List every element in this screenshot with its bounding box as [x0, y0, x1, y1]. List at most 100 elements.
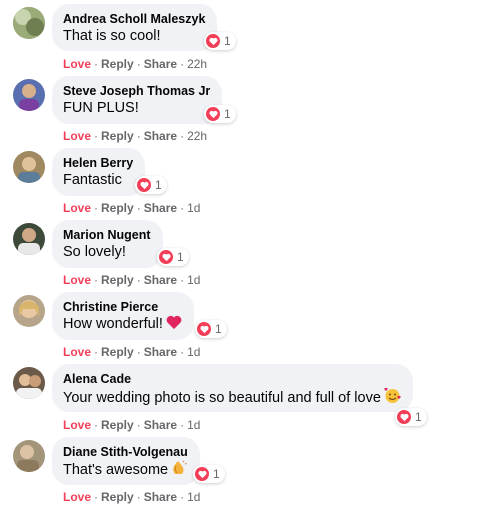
comment-actions: Love · Reply · Share · 1d [63, 418, 200, 433]
separator: · [136, 490, 141, 504]
reaction-number: 1 [224, 107, 231, 121]
comment-actions: Love · Reply · Share · 22h [63, 129, 207, 144]
share-button[interactable]: Share [144, 201, 177, 215]
reaction-count[interactable]: 1 [135, 176, 167, 194]
avatar[interactable] [13, 151, 45, 183]
comment-bubble: Marion Nugent So lovely! [52, 220, 163, 268]
separator: · [94, 490, 99, 504]
avatar[interactable] [13, 367, 45, 399]
reaction-number: 1 [224, 34, 231, 48]
reaction-number: 1 [213, 467, 220, 481]
comment-bubble: Diane Stith-Volgenau That's awesome [52, 437, 200, 485]
heart-icon [195, 467, 209, 481]
love-button[interactable]: Love [63, 129, 91, 143]
comment-bubble: Andrea Scholl Maleszyk That is so cool! [52, 4, 218, 51]
reply-button[interactable]: Reply [101, 57, 134, 71]
heart-icon [197, 322, 211, 336]
comment-author[interactable]: Marion Nugent [63, 227, 151, 243]
separator: · [136, 273, 141, 287]
comment-text: So lovely! [63, 244, 126, 260]
reply-button[interactable]: Reply [101, 273, 134, 287]
separator: · [136, 57, 141, 71]
separator: · [180, 57, 185, 71]
avatar[interactable] [13, 223, 45, 255]
separator: · [136, 129, 141, 143]
comment-text-content: That's awesome [63, 462, 169, 478]
comment-timestamp[interactable]: 1d [187, 273, 200, 287]
comment-actions: Love · Reply · Share · 1d [63, 490, 200, 505]
comment-text-content: Your wedding photo is so beautiful and f… [63, 390, 381, 406]
reaction-count[interactable]: 1 [204, 32, 236, 50]
reaction-count[interactable]: 1 [195, 320, 227, 338]
comment-actions: Love · Reply · Share · 1d [63, 273, 200, 288]
share-button[interactable]: Share [144, 57, 177, 71]
reply-button[interactable]: Reply [101, 345, 134, 359]
separator: · [180, 490, 185, 504]
comment-text: That's awesome [63, 460, 188, 482]
separator: · [94, 273, 99, 287]
comment-timestamp[interactable]: 1d [187, 490, 200, 504]
heart-icon [159, 250, 173, 264]
separator: · [180, 418, 185, 432]
smiling-face-with-hearts-emoji [384, 387, 401, 410]
comment-author[interactable]: Steve Joseph Thomas Jr [63, 83, 210, 99]
comment-text: FUN PLUS! [63, 100, 139, 116]
love-button[interactable]: Love [63, 273, 91, 287]
love-button[interactable]: Love [63, 201, 91, 215]
comment-text-content: How wonderful! [63, 316, 163, 332]
share-button[interactable]: Share [144, 418, 177, 432]
share-button[interactable]: Share [144, 129, 177, 143]
reaction-count[interactable]: 1 [204, 105, 236, 123]
comment-timestamp[interactable]: 22h [187, 129, 207, 143]
comment-actions: Love · Reply · Share · 1d [63, 345, 200, 360]
reaction-count[interactable]: 1 [157, 248, 189, 266]
comment-actions: Love · Reply · Share · 1d [63, 201, 200, 216]
reaction-number: 1 [177, 250, 184, 264]
comment-author[interactable]: Diane Stith-Volgenau [63, 444, 188, 460]
comment-timestamp[interactable]: 1d [187, 418, 200, 432]
love-button[interactable]: Love [63, 418, 91, 432]
separator: · [180, 129, 185, 143]
reaction-number: 1 [415, 410, 422, 424]
heart-icon [137, 178, 151, 192]
comment-author[interactable]: Andrea Scholl Maleszyk [63, 11, 205, 27]
reply-button[interactable]: Reply [101, 490, 134, 504]
separator: · [94, 345, 99, 359]
separator: · [94, 201, 99, 215]
separator: · [136, 201, 141, 215]
comment-timestamp[interactable]: 1d [187, 201, 200, 215]
heart-icon [206, 107, 220, 121]
love-button[interactable]: Love [63, 345, 91, 359]
reply-button[interactable]: Reply [101, 201, 134, 215]
share-button[interactable]: Share [144, 490, 177, 504]
heart-icon [397, 410, 411, 424]
avatar[interactable] [13, 440, 45, 472]
red-heart-emoji [166, 315, 182, 336]
avatar[interactable] [13, 79, 45, 111]
avatar[interactable] [13, 295, 45, 327]
separator: · [94, 57, 99, 71]
love-button[interactable]: Love [63, 57, 91, 71]
comment-text: That is so cool! [63, 28, 161, 44]
heart-icon [206, 34, 220, 48]
reaction-count[interactable]: 1 [193, 465, 225, 483]
comment-text: Fantastic [63, 172, 122, 188]
share-button[interactable]: Share [144, 273, 177, 287]
comment-author[interactable]: Christine Pierce [63, 299, 182, 315]
comment-timestamp[interactable]: 1d [187, 345, 200, 359]
reply-button[interactable]: Reply [101, 129, 134, 143]
avatar[interactable] [13, 7, 45, 39]
comment-bubble: Steve Joseph Thomas Jr FUN PLUS! [52, 76, 223, 124]
comment-author[interactable]: Helen Berry [63, 155, 133, 171]
comment-text: Your wedding photo is so beautiful and f… [63, 387, 401, 410]
comment-bubble: Helen Berry Fantastic [52, 148, 146, 196]
love-button[interactable]: Love [63, 490, 91, 504]
comment-author[interactable]: Alena Cade [63, 371, 401, 387]
share-button[interactable]: Share [144, 345, 177, 359]
comment-actions: Love · Reply · Share · 22h [63, 57, 207, 72]
reaction-count[interactable]: 1 [395, 408, 427, 426]
comment-bubble: Christine Pierce How wonderful! [52, 292, 194, 340]
reply-button[interactable]: Reply [101, 418, 134, 432]
comment-timestamp[interactable]: 22h [187, 57, 207, 71]
clapping-hands-emoji [171, 460, 187, 482]
